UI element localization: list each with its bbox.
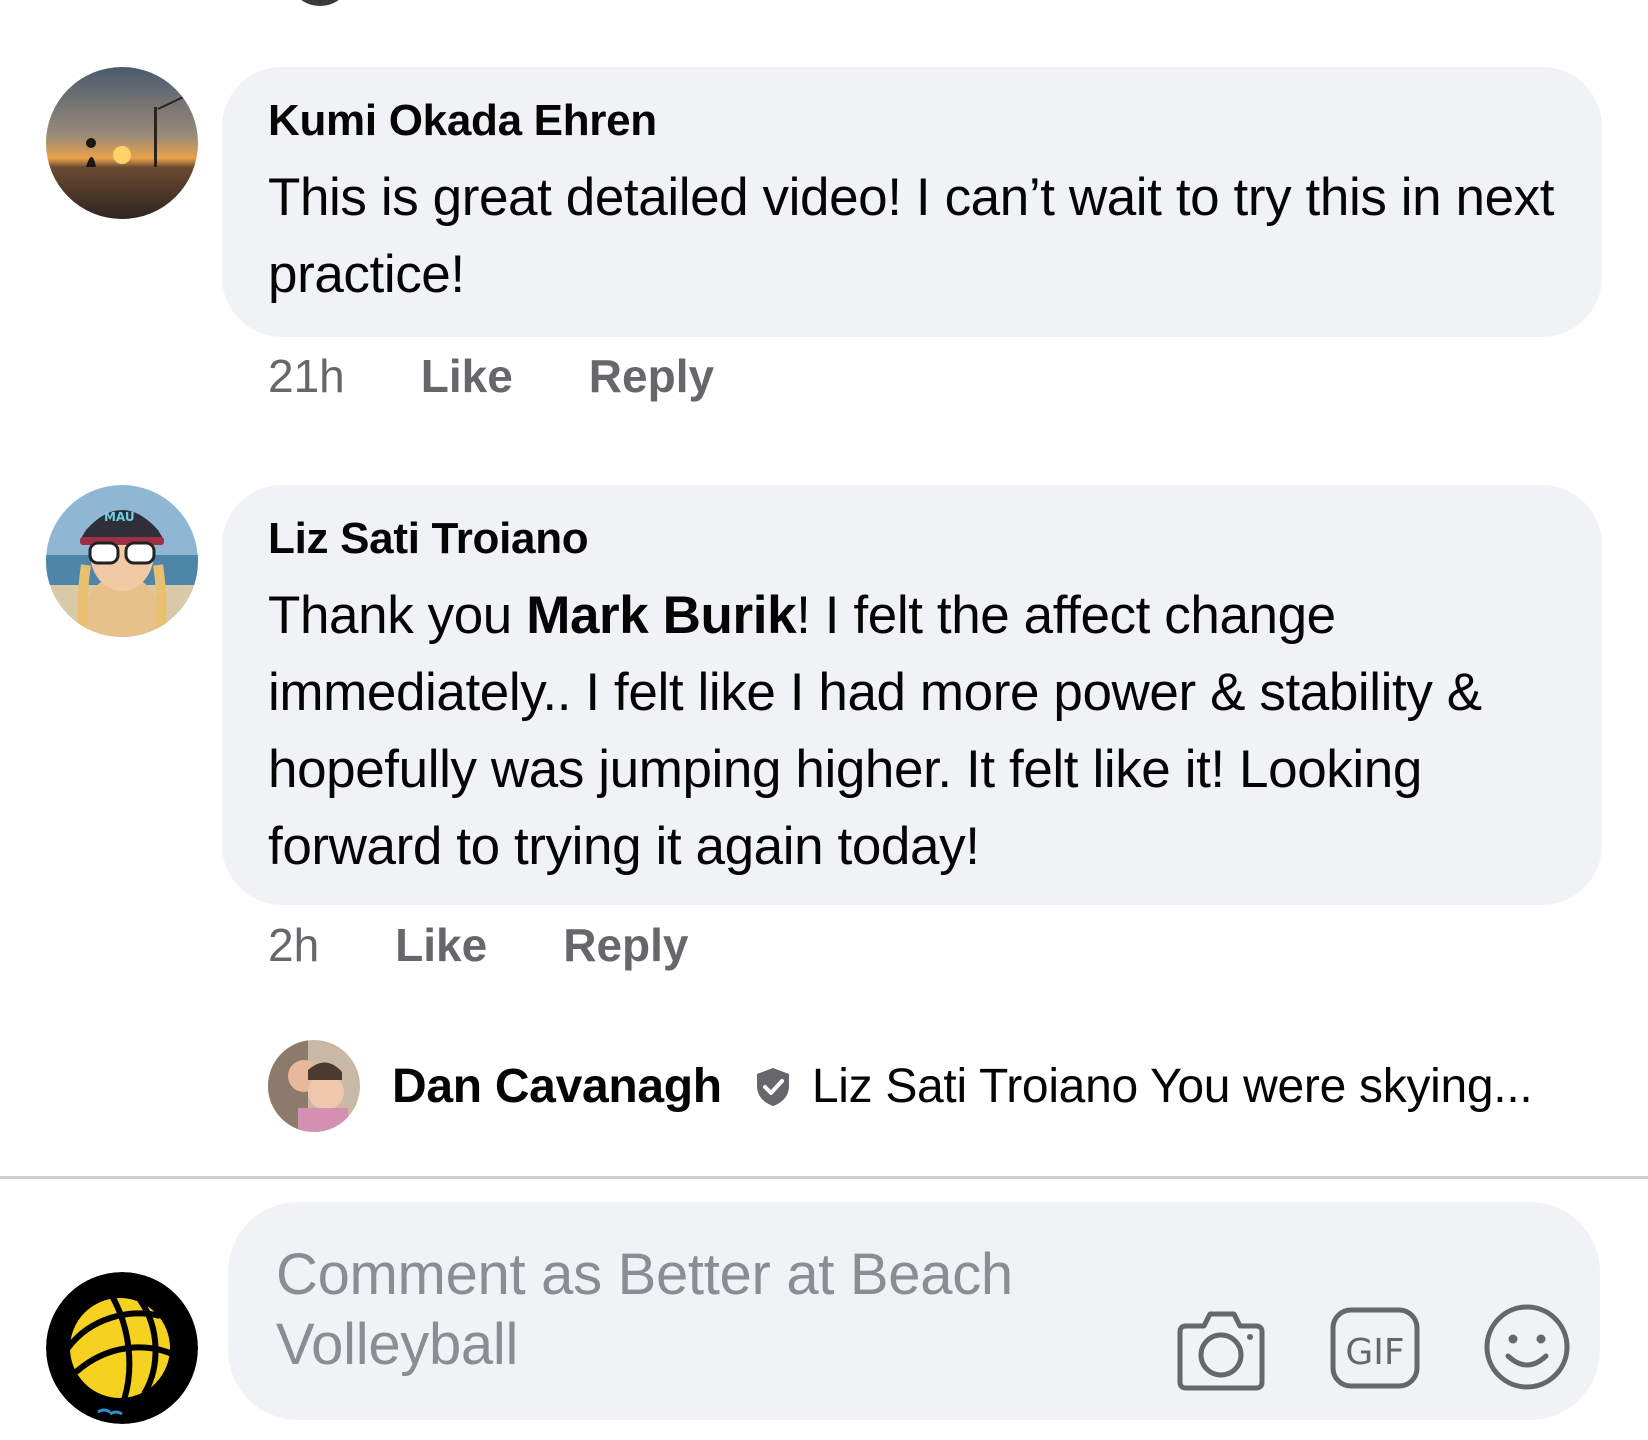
comment-actions: 2h Like Reply bbox=[268, 917, 688, 973]
reply-author[interactable]: Dan Cavanagh bbox=[392, 1059, 722, 1114]
kids-photo bbox=[268, 1040, 360, 1132]
avatar-dan[interactable] bbox=[268, 1040, 360, 1132]
comment-bubble: Kumi Okada Ehren This is great detailed … bbox=[222, 67, 1602, 337]
like-button[interactable]: Like bbox=[421, 349, 513, 403]
cap-lettering: MAU bbox=[104, 510, 135, 524]
reply-button[interactable]: Reply bbox=[563, 918, 688, 972]
previous-avatar bbox=[285, 0, 355, 6]
page-avatar[interactable] bbox=[46, 1272, 198, 1424]
avatar-liz[interactable]: MAU bbox=[46, 485, 198, 637]
avatar-kumi[interactable] bbox=[46, 67, 198, 219]
reply-button[interactable]: Reply bbox=[589, 349, 714, 403]
comment-time[interactable]: 2h bbox=[268, 918, 319, 972]
gif-label: GIF bbox=[1345, 1332, 1404, 1373]
mention-link[interactable]: Mark Burik bbox=[526, 586, 796, 645]
camera-icon[interactable] bbox=[1174, 1302, 1268, 1392]
comment-time[interactable]: 21h bbox=[268, 349, 345, 403]
comment-text: Thank you Mark Burik! I felt the affect … bbox=[268, 577, 1556, 885]
comment-composer[interactable]: Comment as Better at Beach Volleyball GI… bbox=[228, 1202, 1600, 1420]
comment-author[interactable]: Liz Sati Troiano bbox=[268, 511, 1556, 567]
comment-input-placeholder[interactable]: Comment as Better at Beach Volleyball bbox=[276, 1240, 1096, 1380]
sunset-photo bbox=[46, 67, 198, 219]
comments-screen: Kumi Okada Ehren This is great detailed … bbox=[0, 0, 1648, 1440]
verified-shield-icon bbox=[752, 1065, 794, 1107]
comment-text-start: Thank you bbox=[268, 586, 527, 645]
comment-actions: 21h Like Reply bbox=[268, 348, 714, 404]
gif-icon[interactable]: GIF bbox=[1328, 1302, 1422, 1392]
divider bbox=[0, 1176, 1648, 1179]
reply-preview[interactable]: Dan Cavanagh Liz Sati Troiano You were s… bbox=[268, 1040, 1533, 1132]
comment-author[interactable]: Kumi Okada Ehren bbox=[268, 93, 1556, 149]
comment-text: This is great detailed video! I can’t wa… bbox=[268, 168, 1555, 304]
emoji-icon[interactable] bbox=[1482, 1302, 1572, 1392]
like-button[interactable]: Like bbox=[395, 918, 487, 972]
beach-selfie-photo: MAU bbox=[46, 485, 198, 637]
volleyball-logo bbox=[46, 1272, 198, 1424]
comment-bubble: Liz Sati Troiano Thank you Mark Burik! I… bbox=[222, 485, 1602, 905]
reply-text: Liz Sati Troiano You were skying... bbox=[811, 1059, 1533, 1113]
